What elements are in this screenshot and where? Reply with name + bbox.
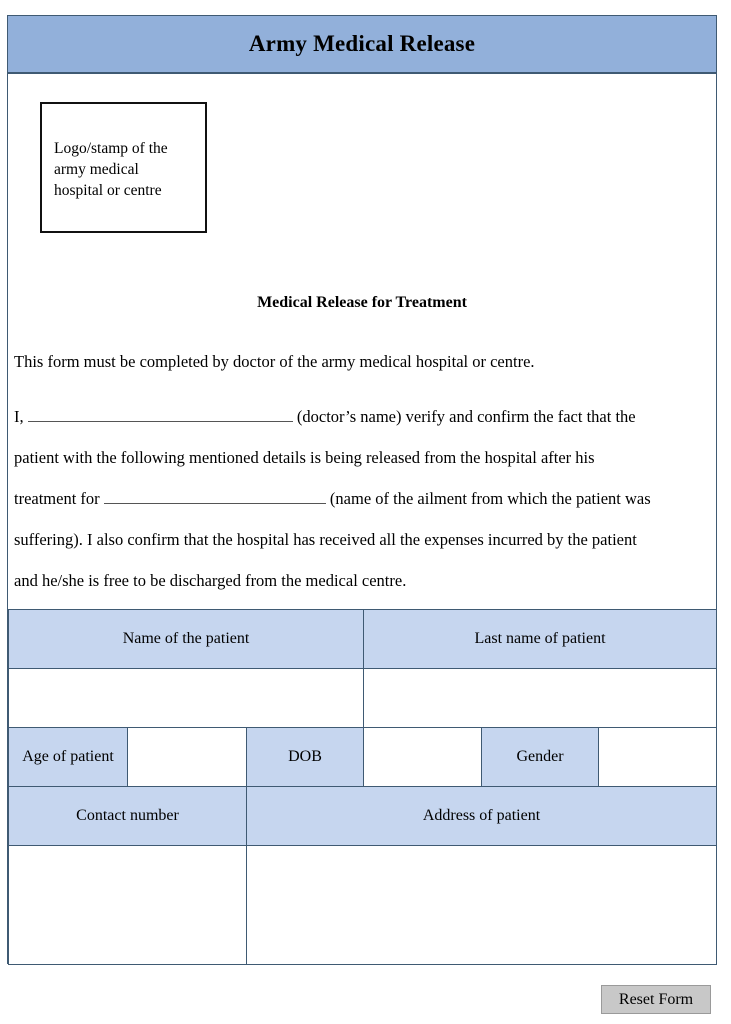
- label-gender: Gender: [481, 727, 600, 787]
- declaration-line-2: patient with the following mentioned det…: [14, 448, 595, 467]
- declaration-line-4: suffering). I also confirm that the hosp…: [14, 530, 637, 549]
- logo-stamp-label: Logo/stamp of the army medical hospital …: [54, 140, 168, 199]
- label-dob: DOB: [245, 727, 365, 787]
- field-age-of-patient[interactable]: [127, 727, 247, 787]
- table-row-contact-address-values: [8, 845, 718, 965]
- label-contact-number: Contact number: [8, 786, 247, 846]
- label-address-of-patient: Address of patient: [245, 786, 718, 846]
- logo-stamp-box: Logo/stamp of the army medical hospital …: [40, 102, 207, 233]
- table-row-age-dob-gender: Age of patient DOB Gender: [8, 727, 718, 787]
- form-body-text: This form must be completed by doctor of…: [14, 351, 704, 611]
- label-age-of-patient: Age of patient: [8, 727, 128, 787]
- field-dob[interactable]: [363, 727, 483, 787]
- declaration-line-5: and he/she is free to be discharged from…: [14, 571, 407, 590]
- treatment-prefix: treatment for: [14, 489, 100, 508]
- treatment-suffix: (name of the ailment from which the pati…: [329, 489, 651, 508]
- intro-paragraph: This form must be completed by doctor of…: [14, 352, 535, 371]
- reset-form-button[interactable]: Reset Form: [601, 985, 711, 1014]
- doctor-name-blank[interactable]: [27, 408, 293, 422]
- ailment-name-blank[interactable]: [103, 490, 326, 504]
- patient-details-table: Name of the patient Last name of patient…: [7, 609, 718, 965]
- field-name-of-patient[interactable]: [7, 668, 365, 728]
- field-contact-number[interactable]: [8, 845, 247, 965]
- form-container: Army Medical Release Logo/stamp of the a…: [7, 15, 718, 965]
- field-last-name-of-patient[interactable]: [363, 668, 718, 728]
- field-address-of-patient[interactable]: [245, 845, 718, 965]
- declaration-prefix: I,: [14, 407, 24, 426]
- header-name-of-patient: Name of the patient: [7, 609, 365, 669]
- declaration-line-3: treatment for (name of the ailment from …: [14, 488, 704, 510]
- form-title-band: Army Medical Release: [8, 16, 716, 74]
- declaration-suffix: (doctor’s name) verify and confirm the f…: [296, 407, 636, 426]
- table-row-name-values: [7, 668, 718, 728]
- table-row-contact-address-headers: Contact number Address of patient: [8, 786, 718, 846]
- declaration-line-1: I, (doctor’s name) verify and confirm th…: [14, 406, 704, 428]
- section-heading: Medical Release for Treatment: [257, 294, 467, 311]
- header-last-name-of-patient: Last name of patient: [363, 609, 718, 669]
- page-title: Army Medical Release: [248, 31, 476, 56]
- table-row-name-headers: Name of the patient Last name of patient: [7, 609, 718, 669]
- field-gender[interactable]: [598, 727, 718, 787]
